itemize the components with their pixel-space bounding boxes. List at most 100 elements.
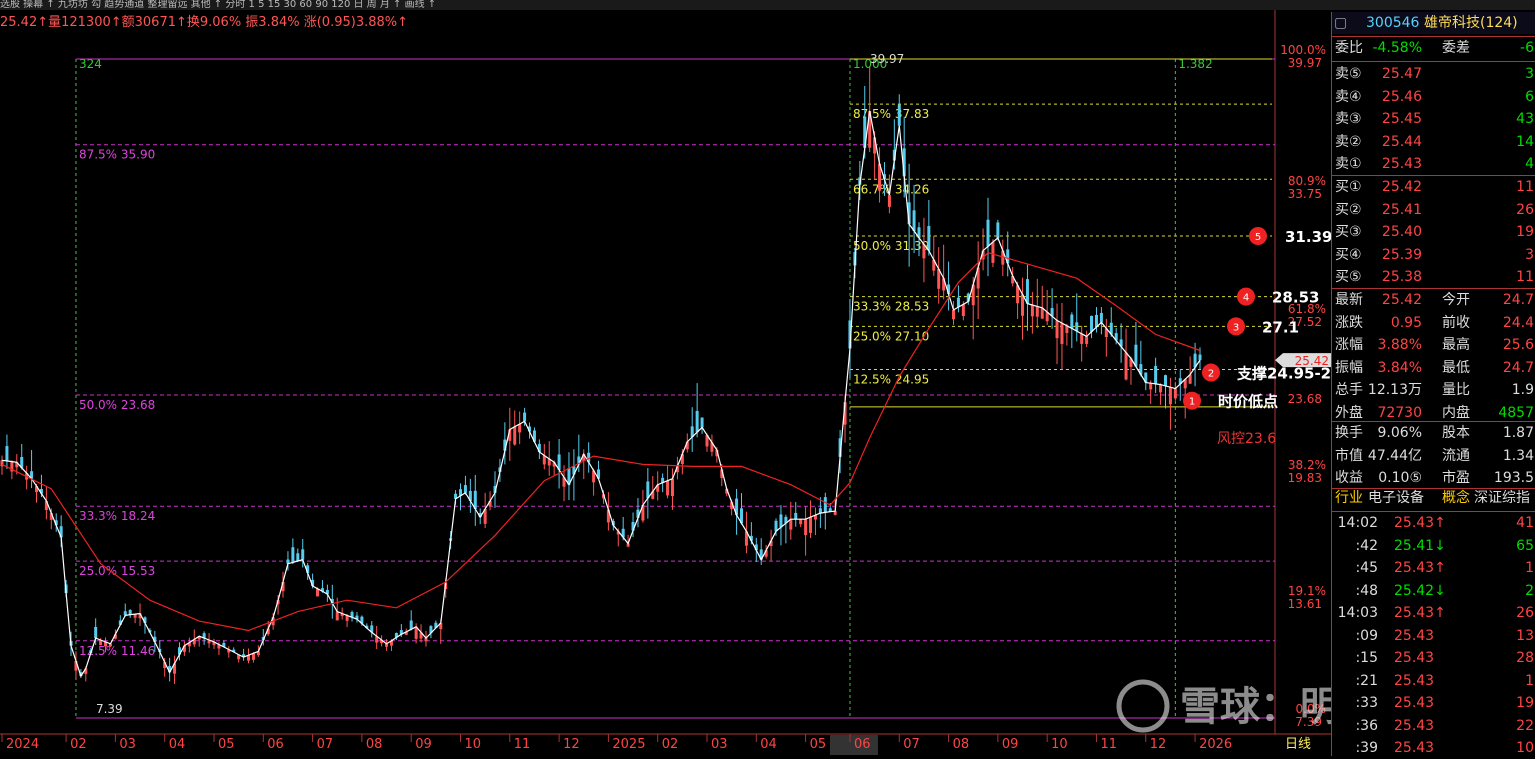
candle-body-221 bbox=[1090, 315, 1094, 332]
candle-body-218 bbox=[1075, 322, 1079, 332]
quote-row: 涨跌 0.95 前收 24.4 bbox=[1332, 312, 1535, 334]
tick-time: 14:03 bbox=[1337, 605, 1378, 621]
candle-body-104 bbox=[513, 426, 517, 445]
x-tick-label-2: 03 bbox=[119, 737, 136, 752]
tick-time: :15 bbox=[1355, 650, 1378, 666]
tick-price: 25.43↑ bbox=[1394, 605, 1446, 621]
tick-price: 25.41↓ bbox=[1394, 537, 1446, 554]
annotation-text-5: 31.39 bbox=[1285, 228, 1331, 246]
x-tick-label-9: 10 bbox=[464, 737, 481, 752]
tick-time: :21 bbox=[1355, 672, 1378, 689]
stats-label-2: 流通 bbox=[1442, 447, 1470, 464]
ask-row: 卖⑤ 25.47 3 bbox=[1332, 63, 1535, 85]
ask-label: 卖④ bbox=[1335, 88, 1362, 105]
candle-body-219 bbox=[1080, 333, 1084, 344]
axis-price-3: 23.68 bbox=[1288, 392, 1322, 406]
x-tick-label-20: 09 bbox=[1002, 737, 1019, 752]
candlestick-chart[interactable]: 324 1.000 1.38239.97 87.5% 35.9050.0% 23.6… bbox=[0, 0, 1331, 756]
tick-row: :09 25.43 13 bbox=[1332, 625, 1535, 647]
tick-volume: 41 bbox=[1516, 515, 1534, 531]
fib-right-label-3: 33.3% 28.53 bbox=[853, 300, 929, 314]
quote-label-2: 最高 bbox=[1442, 337, 1470, 353]
ask-row: 卖④ 25.46 6 bbox=[1332, 86, 1535, 108]
stats-label-2: 股本 bbox=[1442, 425, 1470, 441]
risk-control-label: 风控23.6 bbox=[1217, 431, 1276, 447]
tick-time: 14:02 bbox=[1337, 515, 1378, 531]
tick-row: :33 25.43 19 bbox=[1332, 692, 1535, 714]
fib-left-label-0: 87.5% 35.90 bbox=[79, 148, 155, 162]
ask-volume: 43 bbox=[1516, 111, 1534, 127]
axis-pct-4: 38.2% bbox=[1288, 458, 1326, 472]
quote-value: 25.42 bbox=[1381, 292, 1422, 308]
x-tick-label-23: 12 bbox=[1150, 737, 1167, 752]
candle-body-163 bbox=[804, 519, 808, 536]
ask-label: 卖② bbox=[1335, 133, 1362, 150]
stats-value-2: 1.34 bbox=[1502, 447, 1534, 464]
price-info-line: 25.42↑量121300↑额30671↑换9.06% 振3.84% 涨(0.9… bbox=[0, 15, 408, 30]
x-tick-label-3: 04 bbox=[169, 737, 186, 752]
candle-body-68 bbox=[335, 611, 339, 621]
tick-time: :09 bbox=[1355, 627, 1378, 644]
tick-volume: 1 bbox=[1525, 672, 1534, 689]
stock-code: 300546 bbox=[1366, 15, 1420, 31]
concept-label: 概念 bbox=[1442, 490, 1470, 506]
stats-value: 0.10⑤ bbox=[1378, 470, 1422, 486]
candle-body-238 bbox=[1173, 388, 1177, 399]
quote-label-2: 最低 bbox=[1442, 359, 1470, 376]
tick-price: 25.42↓ bbox=[1394, 582, 1446, 599]
tick-time: :42 bbox=[1355, 537, 1378, 554]
fib-left-label-1: 50.0% 23.68 bbox=[79, 398, 155, 412]
candle-body-158 bbox=[779, 514, 783, 528]
candle-body-141 bbox=[695, 410, 699, 433]
ask-label: 卖③ bbox=[1335, 111, 1362, 127]
x-tick-label-8: 09 bbox=[415, 737, 432, 752]
ask-label: 卖⑤ bbox=[1335, 66, 1362, 82]
annotation-text-2: 支撑24.95-24.5 bbox=[1236, 365, 1331, 383]
ask-price: 25.45 bbox=[1381, 111, 1422, 127]
quote-label: 总手 bbox=[1335, 382, 1363, 398]
annotation-text-3: 27.1 bbox=[1262, 318, 1299, 336]
x-tick-label-6: 07 bbox=[317, 737, 334, 752]
candle-body-215 bbox=[1060, 323, 1064, 344]
industry-value[interactable]: 电子设备 bbox=[1368, 487, 1424, 509]
quote-row: 涨幅 3.88% 最高 25.6 bbox=[1332, 334, 1535, 356]
x-tick-label-22: 11 bbox=[1100, 737, 1117, 752]
candle-body-210 bbox=[1035, 306, 1039, 317]
ask-volume: 3 bbox=[1525, 66, 1534, 82]
quote-value-2: 24.7 bbox=[1502, 292, 1534, 308]
candle-body-142 bbox=[700, 417, 704, 428]
candle-body-136 bbox=[670, 478, 674, 497]
industry-row[interactable]: 行业 电子设备 概念 深证综指 bbox=[1332, 487, 1535, 509]
stats-row: 换手 9.06% 股本 1.87 bbox=[1332, 422, 1535, 444]
tick-time: :45 bbox=[1355, 560, 1378, 576]
candle-body-1 bbox=[5, 446, 9, 461]
tick-volume: 19 bbox=[1516, 695, 1534, 711]
weicha-label: 委差 bbox=[1442, 40, 1470, 56]
candle-body-185 bbox=[912, 210, 916, 231]
ask-price: 25.46 bbox=[1381, 88, 1422, 105]
tick-row: :36 25.43 22 bbox=[1332, 715, 1535, 737]
bid-volume: 11 bbox=[1516, 179, 1534, 195]
x-tick-label-1: 02 bbox=[70, 737, 87, 752]
bid-volume: 11 bbox=[1516, 269, 1534, 285]
stats-row: 市值 47.44亿 流通 1.34 bbox=[1332, 445, 1535, 467]
bid-price: 25.38 bbox=[1381, 269, 1422, 285]
candle-body-188 bbox=[927, 226, 931, 251]
x-tick-label-21: 10 bbox=[1051, 737, 1068, 752]
axis-pct-1: 80.9% bbox=[1288, 174, 1326, 188]
quote-panel: ▢ 300546 雄帝科技(124) 委比 -4.58% 委差 -6 卖⑤ 25.… bbox=[1331, 12, 1535, 756]
fib-right-label-5: 12.5% 24.95 bbox=[853, 373, 929, 387]
quote-value: 12.13万 bbox=[1367, 382, 1422, 398]
tick-row: :48 25.42↓ 2 bbox=[1332, 580, 1535, 602]
tick-volume: 13 bbox=[1516, 627, 1534, 644]
tick-price: 25.43 bbox=[1394, 717, 1435, 734]
stats-label: 换手 bbox=[1335, 425, 1363, 441]
tick-price: 25.43 bbox=[1394, 650, 1435, 666]
weibi-row: 委比 -4.58% 委差 -6 bbox=[1332, 37, 1535, 59]
candle-body-200 bbox=[986, 219, 990, 247]
ask-price: 25.44 bbox=[1381, 133, 1422, 150]
concept-value[interactable]: 深证综指 bbox=[1474, 487, 1530, 509]
bid-price: 25.41 bbox=[1381, 201, 1422, 218]
tick-price: 25.43↑ bbox=[1394, 515, 1446, 531]
watermark-text: 雪球：明心观市 bbox=[1180, 684, 1331, 730]
